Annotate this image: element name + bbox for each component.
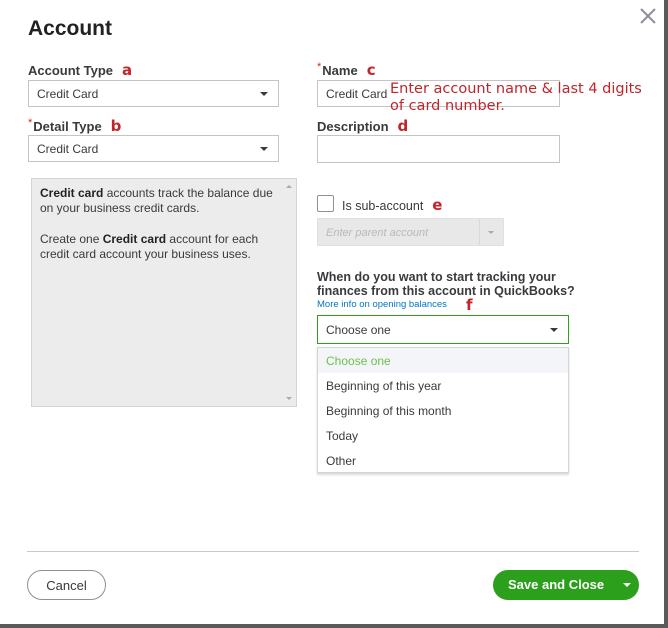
description-label: Description d [317,117,408,135]
required-asterisk: * [28,117,33,129]
annotation-d: d [397,117,409,135]
chevron-down-icon [260,92,268,96]
sub-account-label-text: Is sub-account [342,199,424,213]
window-border-bottom [0,624,668,628]
close-x-icon [640,8,656,24]
close-button[interactable] [636,5,660,29]
annotation-c: c [366,61,376,79]
dropdown-option-other[interactable]: Other [318,448,568,473]
name-label: *Name c [317,61,376,79]
dialog-title: Account [28,17,112,40]
tracking-start-question: When do you want to start tracking your … [317,270,575,298]
tracking-start-dropdown-menu: Choose one Beginning of this year Beginn… [317,347,569,473]
save-and-close-button[interactable]: Save and Close [493,570,639,600]
scroll-down-arrow-icon[interactable] [286,397,292,400]
annotation-f-wrap: f [466,296,473,314]
dropdown-option-beginning-of-month[interactable]: Beginning of this month [318,398,568,423]
annotation-f: f [466,296,473,314]
account-type-label-text: Account Type [28,63,113,78]
opening-balances-link-text[interactable]: More info on opening balances [317,299,447,310]
chevron-down-icon [260,147,268,151]
help-text: Credit card accounts track the balance d… [40,186,280,278]
name-label-text: Name [322,63,358,78]
description-label-text: Description [317,119,389,134]
detail-type-value: Credit Card [37,141,99,156]
annotation-e: e [432,196,443,214]
chevron-down-icon [550,328,558,332]
chevron-down-icon [488,231,494,234]
account-type-select[interactable]: Credit Card [28,80,279,107]
annotation-b: b [110,117,122,135]
help-paragraph-2: Create one Credit card account for each … [40,232,280,262]
cancel-label: Cancel [46,577,87,593]
account-type-label: Account Type a [28,61,132,79]
select-focus-underline [318,343,542,344]
instruction-annotation: Enter account name & last 4 digits of ca… [390,81,642,114]
detail-type-select[interactable]: Credit Card [28,135,279,162]
window-border-right [664,0,668,628]
name-value: Credit Card [326,86,388,101]
detail-type-label: *Detail Type b [28,117,121,135]
sub-account-label: Is sub-account e [342,196,442,214]
dropdown-option-beginning-of-year[interactable]: Beginning of this year [318,373,568,398]
tracking-start-select[interactable]: Choose one [317,315,569,344]
help-text-2a: Create one [40,232,103,246]
scroll-up-arrow-icon[interactable] [286,185,292,188]
help-paragraph-1: Credit card accounts track the balance d… [40,186,280,216]
parent-account-select[interactable]: Enter parent account [317,218,504,246]
dropdown-option-choose-one[interactable]: Choose one [318,348,568,373]
opening-balances-link[interactable]: More info on opening balances [317,299,447,310]
required-asterisk: * [317,61,322,73]
parent-account-placeholder: Enter parent account [326,227,429,239]
sub-account-checkbox[interactable] [317,195,334,212]
annotation-a: a [122,61,133,79]
help-bold-term: Credit card [40,186,104,200]
save-options-chevron-down-icon[interactable] [623,583,631,587]
footer-divider [27,551,639,552]
description-input[interactable] [317,135,560,163]
account-type-value: Credit Card [37,86,99,101]
help-bold-term: Credit card [102,232,167,246]
tracking-start-selected-value: Choose one [326,322,391,337]
dropdown-option-today[interactable]: Today [318,423,568,448]
parent-account-separator [479,219,480,245]
cancel-button[interactable]: Cancel [27,570,106,600]
detail-type-help-panel[interactable]: Credit card accounts track the balance d… [31,178,297,407]
detail-type-label-text: Detail Type [33,119,102,134]
save-and-close-label: Save and Close [508,577,605,592]
